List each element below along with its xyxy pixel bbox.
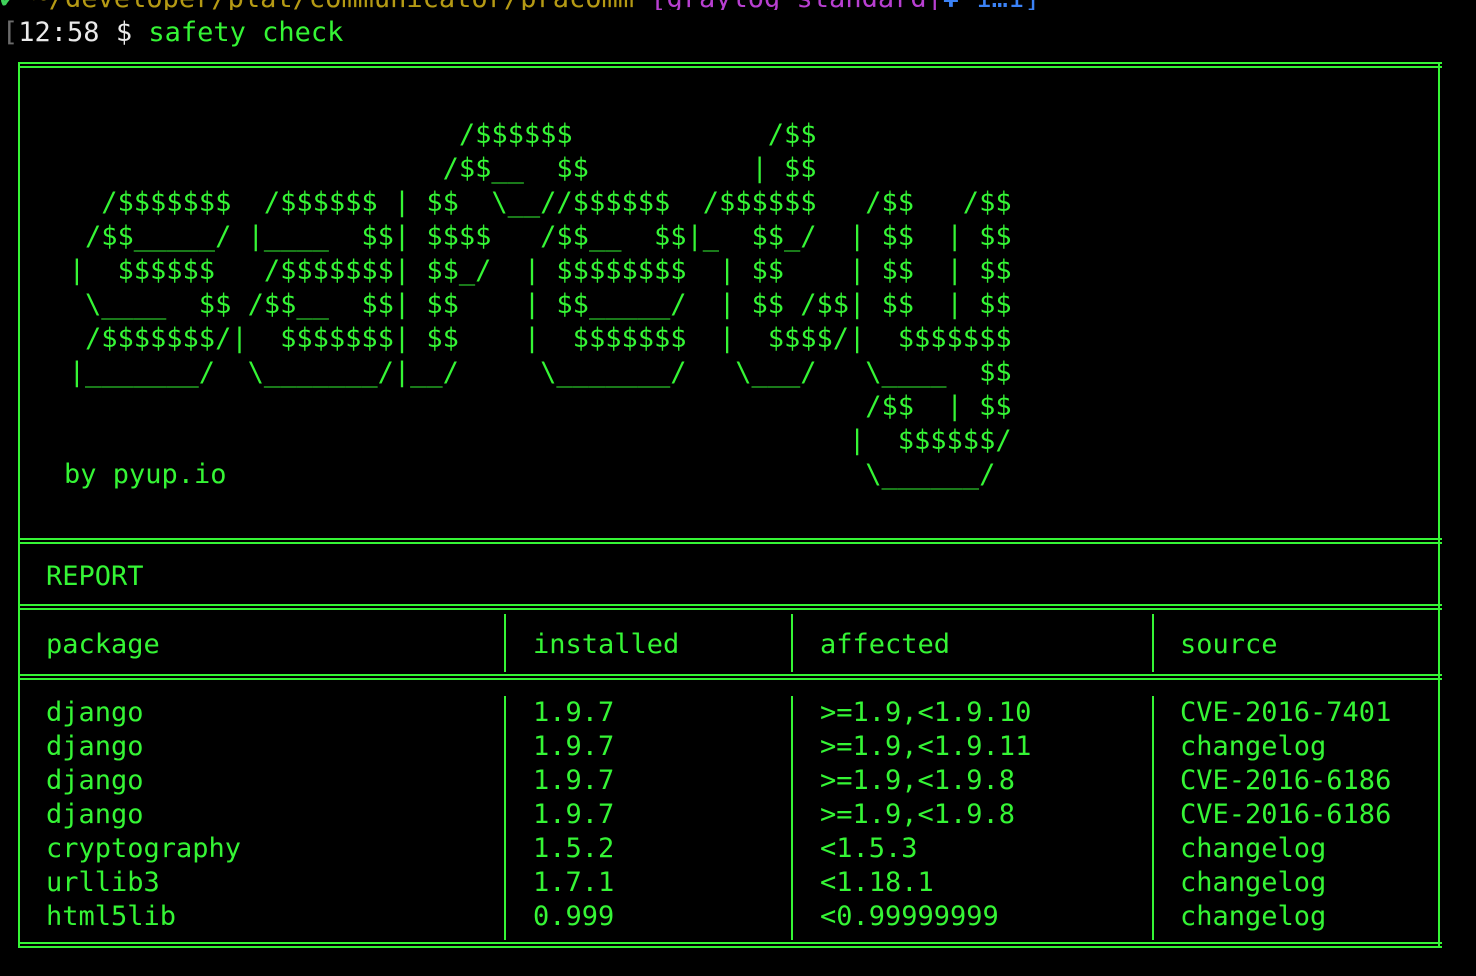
report-separator xyxy=(18,604,1442,610)
package-cell: django xyxy=(46,765,144,796)
installed-cell: 1.5.2 xyxy=(533,833,615,864)
affected-cell: <1.5.3 xyxy=(820,833,918,864)
previous-prompt-line: ✔ ~/developer/plat/communicator/pracomm … xyxy=(0,0,1476,10)
body-divider-1 xyxy=(504,696,506,940)
package-cell: urllib3 xyxy=(46,867,160,898)
body-divider-3 xyxy=(1152,696,1154,940)
ascii-logo-line: | $$$$$$ /$$$$$$$| $$_/ | $$$$$$$$ | $$ … xyxy=(20,255,1012,286)
package-cell: html5lib xyxy=(46,901,177,932)
package-cell: django xyxy=(46,697,144,728)
affected-cell: <1.18.1 xyxy=(820,867,934,898)
installed-cell: 1.7.1 xyxy=(533,867,615,898)
ascii-logo-line: \____ $$ /$$__ $$| $$ | $$_____/ | $$ /$… xyxy=(20,289,1012,320)
installed-cell: 1.9.7 xyxy=(533,765,615,796)
ascii-logo-line: /$$$$$$$/| $$$$$$$| $$ | $$$$$$$ | $$$$/… xyxy=(20,323,1012,354)
status-check-icon: ✔ xyxy=(0,0,16,10)
entered-command: safety check xyxy=(148,17,344,48)
ascii-logo-line: | $$$$$$/ xyxy=(20,425,1012,456)
prompt-time: 12:58 xyxy=(18,17,100,48)
installed-cell: 1.9.7 xyxy=(533,799,615,830)
source-cell: CVE-2016-6186 xyxy=(1180,765,1392,796)
installed-cell: 0.999 xyxy=(533,901,615,932)
command-prompt-line: [12:58 $ safety check xyxy=(2,16,343,50)
banner-separator xyxy=(18,538,1442,544)
safety-ascii-logo: /$$$$$$ /$$ /$$__ $$ | $$ /$$$$$$$ /$$$$… xyxy=(20,118,1012,492)
package-column: django django django django cryptography urll… xyxy=(46,696,241,934)
affected-cell: >=1.9,<1.9.11 xyxy=(820,731,1032,762)
source-cell: changelog xyxy=(1180,833,1327,864)
package-cell: cryptography xyxy=(46,833,242,864)
package-cell: django xyxy=(46,799,144,830)
frame-bottom-border xyxy=(18,942,1442,948)
cwd-path: ~/developer/plat/communicator/pracomm xyxy=(33,0,634,10)
affected-cell: >=1.9,<1.9.8 xyxy=(820,799,1016,830)
ascii-logo-line: |_______/ \_______/|__/ \_______/ \___/ … xyxy=(20,357,1012,388)
prompt-symbol: $ xyxy=(115,17,133,48)
affected-column: >=1.9,<1.9.10 >=1.9,<1.9.11 >=1.9,<1.9.8 >=… xyxy=(820,696,1031,934)
column-header-installed: installed xyxy=(533,629,680,660)
source-column: CVE-2016-7401 changelog CVE-2016-6186 CVE-2… xyxy=(1180,696,1391,934)
installed-column: 1.9.7 1.9.7 1.9.7 1.9.7 1.5.2 1.7.1 0.999 xyxy=(533,696,614,934)
header-separator xyxy=(18,674,1442,680)
installed-cell: 1.9.7 xyxy=(533,731,615,762)
source-cell: changelog xyxy=(1180,901,1327,932)
terminal-window[interactable]: ✔ ~/developer/plat/communicator/pracomm … xyxy=(0,0,1476,976)
source-cell: changelog xyxy=(1180,867,1327,898)
column-header-package: package xyxy=(46,629,160,660)
column-header-source: source xyxy=(1180,629,1278,660)
installed-cell: 1.9.7 xyxy=(533,697,615,728)
body-divider-2 xyxy=(791,696,793,940)
next-prompt-line xyxy=(0,960,1476,976)
source-cell: CVE-2016-6186 xyxy=(1180,799,1392,830)
affected-cell: <0.99999999 xyxy=(820,901,999,932)
source-cell: changelog xyxy=(1180,731,1327,762)
column-header-affected: affected xyxy=(820,629,951,660)
source-cell: CVE-2016-7401 xyxy=(1180,697,1392,728)
git-branch: [graylog_standard| xyxy=(650,0,943,10)
ascii-logo-line: /$$ | $$ xyxy=(20,391,1012,422)
package-cell: django xyxy=(46,731,144,762)
frame-top-border xyxy=(18,62,1442,68)
prompt-bracket: [ xyxy=(2,17,19,48)
ascii-logo-line: /$$__ $$ | $$ xyxy=(20,153,817,184)
header-divider-1 xyxy=(504,614,506,672)
affected-cell: >=1.9,<1.9.8 xyxy=(820,765,1016,796)
header-divider-3 xyxy=(1152,614,1154,672)
byline-text: by pyup.io xyxy=(64,459,227,490)
ascii-logo-line: /$$$$$$$ /$$$$$$ | $$ \__//$$$$$$ /$$$$$… xyxy=(20,187,1012,218)
report-title: REPORT xyxy=(46,561,144,592)
header-divider-2 xyxy=(791,614,793,672)
ascii-logo-line: /$$_____/ |____ $$| $$$$ /$$__ $$|_ $$_/… xyxy=(20,221,1012,252)
git-status: ✚ 1…1] xyxy=(943,0,1041,10)
ascii-logo-line: /$$$$$$ /$$ xyxy=(20,119,817,150)
affected-cell: >=1.9,<1.9.10 xyxy=(820,697,1032,728)
